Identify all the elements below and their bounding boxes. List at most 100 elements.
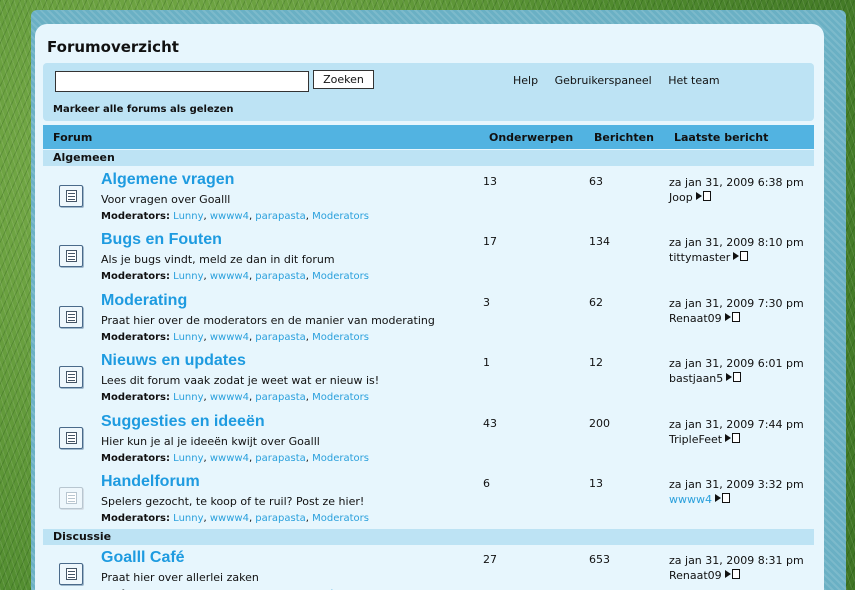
forum-post-count: 63 bbox=[589, 175, 603, 188]
forum-topic-count: 13 bbox=[483, 175, 497, 188]
forum-moderators: Moderators: Lunny, wwww4, parapasta, Mod… bbox=[101, 453, 369, 464]
last-post-author[interactable]: TripleFeet bbox=[669, 433, 722, 446]
forum-title-link[interactable]: Goalll Café bbox=[101, 549, 185, 567]
last-post: za jan 31, 2009 8:31 pm Renaat09 bbox=[669, 553, 804, 583]
moderator-link[interactable]: Lunny bbox=[173, 211, 203, 222]
last-post-date: za jan 31, 2009 7:30 pm bbox=[669, 297, 804, 310]
category-name[interactable]: Algemeen bbox=[53, 151, 115, 164]
last-post-author[interactable]: bastjaan5 bbox=[669, 372, 723, 385]
forum-post-count: 653 bbox=[589, 553, 610, 566]
forum-post-count: 12 bbox=[589, 356, 603, 369]
moderator-link[interactable]: parapasta bbox=[255, 392, 305, 403]
moderator-link[interactable]: parapasta bbox=[255, 513, 305, 524]
forum-topic-count: 1 bbox=[483, 356, 490, 369]
forum-unread-icon bbox=[59, 563, 83, 585]
last-post-date: za jan 31, 2009 8:10 pm bbox=[669, 236, 804, 249]
search-button[interactable]: Zoeken bbox=[313, 70, 374, 89]
forum-title-link[interactable]: Handelforum bbox=[101, 473, 200, 491]
moderator-link[interactable]: wwww4 bbox=[210, 211, 249, 222]
moderator-link[interactable]: Moderators bbox=[312, 332, 369, 343]
column-topics: Onderwerpen bbox=[489, 131, 574, 144]
goto-last-post-icon[interactable] bbox=[715, 493, 732, 503]
forum-unread-icon bbox=[59, 366, 83, 388]
moderator-link[interactable]: wwww4 bbox=[210, 271, 249, 282]
forum-moderators: Moderators: Lunny, wwww4, parapasta, Mod… bbox=[101, 332, 369, 343]
moderators-label: Moderators: bbox=[101, 271, 170, 282]
category-row[interactable]: Algemeen bbox=[43, 150, 814, 166]
forum-unread-icon bbox=[59, 245, 83, 267]
goto-last-post-icon[interactable] bbox=[733, 251, 750, 261]
last-post-author[interactable]: Joop bbox=[669, 191, 693, 204]
last-post-date: za jan 31, 2009 3:32 pm bbox=[669, 478, 804, 491]
column-forum: Forum bbox=[53, 131, 93, 144]
moderators-label: Moderators: bbox=[101, 513, 170, 524]
forum-row: Suggesties en ideeën Hier kun je al je id… bbox=[43, 411, 814, 471]
forum-row: Goalll Café Praat hier over allerlei zake… bbox=[43, 547, 814, 590]
moderator-link[interactable]: Moderators bbox=[312, 392, 369, 403]
forum-description: Spelers gezocht, te koop of te ruil? Pos… bbox=[101, 495, 365, 508]
moderator-link[interactable]: Moderators bbox=[312, 513, 369, 524]
forum-topic-count: 6 bbox=[483, 477, 490, 490]
forum-moderators: Moderators: Lunny, wwww4, parapasta, Mod… bbox=[101, 211, 369, 222]
category-row[interactable]: Discussie bbox=[43, 529, 814, 545]
moderator-link[interactable]: Lunny bbox=[173, 453, 203, 464]
moderator-link[interactable]: parapasta bbox=[255, 453, 305, 464]
moderator-link[interactable]: Moderators bbox=[312, 453, 369, 464]
forum-title-link[interactable]: Nieuws en updates bbox=[101, 352, 246, 370]
forum-title-link[interactable]: Algemene vragen bbox=[101, 171, 234, 189]
moderator-link[interactable]: parapasta bbox=[255, 332, 305, 343]
nav-links: Help Gebruikerspaneel Het team bbox=[513, 74, 733, 87]
forum-row: Bugs en Fouten Als je bugs vindt, meld ze… bbox=[43, 229, 814, 289]
moderator-link[interactable]: wwww4 bbox=[210, 513, 249, 524]
last-post-date: za jan 31, 2009 7:44 pm bbox=[669, 418, 804, 431]
moderator-link[interactable]: Lunny bbox=[173, 271, 203, 282]
nav-link-team[interactable]: Het team bbox=[668, 74, 719, 87]
nav-link-help[interactable]: Help bbox=[513, 74, 538, 87]
forum-description: Hier kun je al je ideeën kwijt over Goal… bbox=[101, 435, 320, 448]
forum-moderators: Moderators: Lunny, wwww4, parapasta, Mod… bbox=[101, 392, 369, 403]
moderator-link[interactable]: wwww4 bbox=[210, 392, 249, 403]
forum-topic-count: 17 bbox=[483, 235, 497, 248]
moderator-link[interactable]: Moderators bbox=[312, 211, 369, 222]
goto-last-post-icon[interactable] bbox=[725, 433, 742, 443]
last-post-author[interactable]: wwww4 bbox=[669, 493, 712, 506]
goto-last-post-icon[interactable] bbox=[724, 569, 742, 579]
moderator-link[interactable]: parapasta bbox=[255, 211, 305, 222]
forum-post-count: 13 bbox=[589, 477, 603, 490]
forum-title-link[interactable]: Bugs en Fouten bbox=[101, 231, 222, 249]
forum-moderators: Moderators: Lunny, wwww4, parapasta, Mod… bbox=[101, 271, 369, 282]
forum-post-count: 134 bbox=[589, 235, 610, 248]
moderator-link[interactable]: wwww4 bbox=[210, 453, 249, 464]
last-post-date: za jan 31, 2009 6:38 pm bbox=[669, 176, 804, 189]
column-last-post: Laatste bericht bbox=[674, 131, 769, 144]
goto-last-post-icon[interactable] bbox=[726, 372, 743, 382]
last-post-author[interactable]: Renaat09 bbox=[669, 569, 722, 582]
moderator-link[interactable]: Lunny bbox=[173, 332, 203, 343]
moderator-link[interactable]: Lunny bbox=[173, 513, 203, 524]
mark-all-read-link[interactable]: Markeer alle forums als gelezen bbox=[53, 104, 233, 115]
nav-link-user-panel[interactable]: Gebruikerspaneel bbox=[555, 74, 652, 87]
goto-last-post-icon[interactable] bbox=[724, 312, 742, 322]
search-input[interactable] bbox=[55, 71, 309, 92]
moderator-link[interactable]: Moderators bbox=[312, 271, 369, 282]
forum-unread-icon bbox=[59, 427, 83, 449]
forum-row: Nieuws en updates Lees dit forum vaak zod… bbox=[43, 350, 814, 410]
forum-moderators: Moderators: Lunny, wwww4, parapasta, Mod… bbox=[101, 513, 369, 524]
forum-post-count: 62 bbox=[589, 296, 603, 309]
forum-row: Handelforum Spelers gezocht, te koop of t… bbox=[43, 471, 814, 531]
last-post-author[interactable]: Renaat09 bbox=[669, 312, 722, 325]
last-post: za jan 31, 2009 7:30 pm Renaat09 bbox=[669, 296, 804, 326]
last-post-date: za jan 31, 2009 6:01 pm bbox=[669, 357, 804, 370]
category-name[interactable]: Discussie bbox=[53, 530, 111, 543]
forum-title-link[interactable]: Suggesties en ideeën bbox=[101, 413, 265, 431]
forum-description: Als je bugs vindt, meld ze dan in dit fo… bbox=[101, 253, 335, 266]
moderator-link[interactable]: parapasta bbox=[255, 271, 305, 282]
forum-topic-count: 43 bbox=[483, 417, 497, 430]
forum-title-link[interactable]: Moderating bbox=[101, 292, 187, 310]
moderators-label: Moderators: bbox=[101, 453, 170, 464]
moderator-link[interactable]: wwww4 bbox=[210, 332, 249, 343]
goto-last-post-icon[interactable] bbox=[695, 191, 713, 201]
moderator-link[interactable]: Lunny bbox=[173, 392, 203, 403]
moderators-label: Moderators: bbox=[101, 392, 170, 403]
last-post-author[interactable]: tittymaster bbox=[669, 251, 730, 264]
